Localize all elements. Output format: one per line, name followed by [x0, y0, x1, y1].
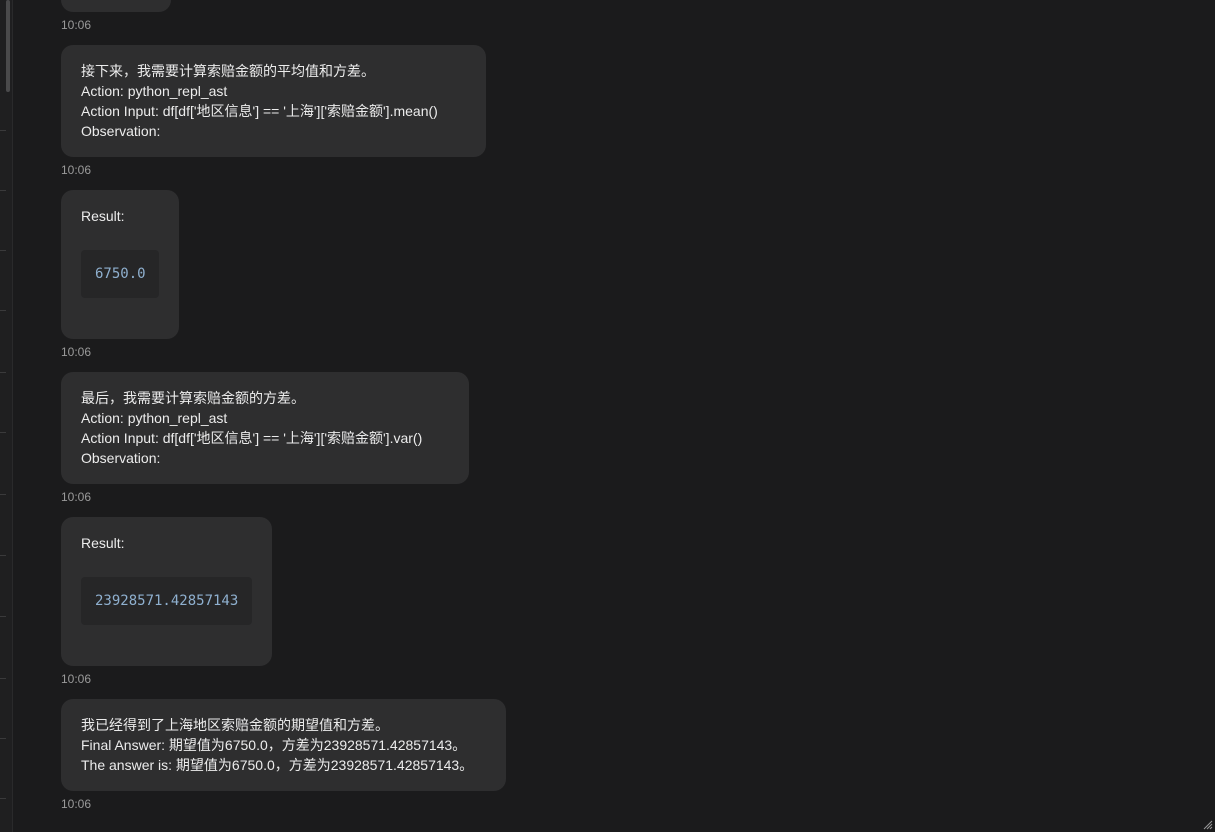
rail-tick: [0, 432, 6, 433]
message-bubble: 接下来，我需要计算索赔金额的平均值和方差。 Action: python_rep…: [61, 45, 486, 157]
message-line: Observation:: [81, 123, 161, 139]
final-answer-bubble: 我已经得到了上海地区索赔金额的期望值和方差。 Final Answer: 期望值…: [61, 699, 506, 791]
message-line: 最后，我需要计算索赔金额的方差。: [81, 390, 305, 406]
rail-tick: [0, 130, 6, 131]
message-line: Action Input: df[df['地区信息'] == '上海']['索赔…: [81, 103, 438, 119]
message-line: Action: python_repl_ast: [81, 83, 228, 99]
message-line: Action Input: df[df['地区信息'] == '上海']['索赔…: [81, 430, 423, 446]
chat-window: 10:06 接下来，我需要计算索赔金额的平均值和方差。 Action: pyth…: [0, 0, 1215, 832]
rail-scroll-thumb[interactable]: [6, 0, 10, 92]
message-timestamp: 10:06: [61, 797, 92, 811]
result-bubble: Result: 23928571.42857143: [61, 517, 272, 666]
message-line: 我已经得到了上海地区索赔金额的期望值和方差。: [81, 717, 389, 733]
rail-tick: [0, 190, 6, 191]
rail-tick: [0, 616, 6, 617]
message-line: Observation:: [81, 450, 161, 466]
message-timestamp: 10:06: [61, 672, 92, 686]
resize-corner-icon[interactable]: [1203, 820, 1213, 830]
previous-message-bubble: [61, 0, 171, 12]
rail-tick: [0, 310, 6, 311]
rail-tick: [0, 678, 6, 679]
result-code-block[interactable]: 23928571.42857143: [81, 577, 252, 625]
result-label: Result:: [81, 535, 125, 551]
message-bubble: 最后，我需要计算索赔金额的方差。 Action: python_repl_ast…: [61, 372, 469, 484]
message-line: 接下来，我需要计算索赔金额的平均值和方差。: [81, 63, 375, 79]
message-line: Action: python_repl_ast: [81, 410, 228, 426]
result-code-block[interactable]: 6750.0: [81, 250, 159, 298]
rail-tick: [0, 494, 6, 495]
message-timestamp: 10:06: [61, 163, 92, 177]
rail-tick: [0, 738, 6, 739]
result-label: Result:: [81, 208, 125, 224]
result-bubble: Result: 6750.0: [61, 190, 179, 339]
rail-tick: [0, 798, 6, 799]
rail-tick: [0, 372, 6, 373]
rail-tick: [0, 250, 6, 251]
message-timestamp: 10:06: [61, 345, 92, 359]
message-timestamp: 10:06: [61, 490, 92, 504]
rail-tick: [0, 555, 6, 556]
left-rail: [0, 0, 13, 832]
message-line: Final Answer: 期望值为6750.0，方差为23928571.428…: [81, 737, 467, 753]
message-line: The answer is: 期望值为6750.0，方差为23928571.42…: [81, 757, 474, 773]
message-timestamp: 10:06: [61, 18, 92, 32]
